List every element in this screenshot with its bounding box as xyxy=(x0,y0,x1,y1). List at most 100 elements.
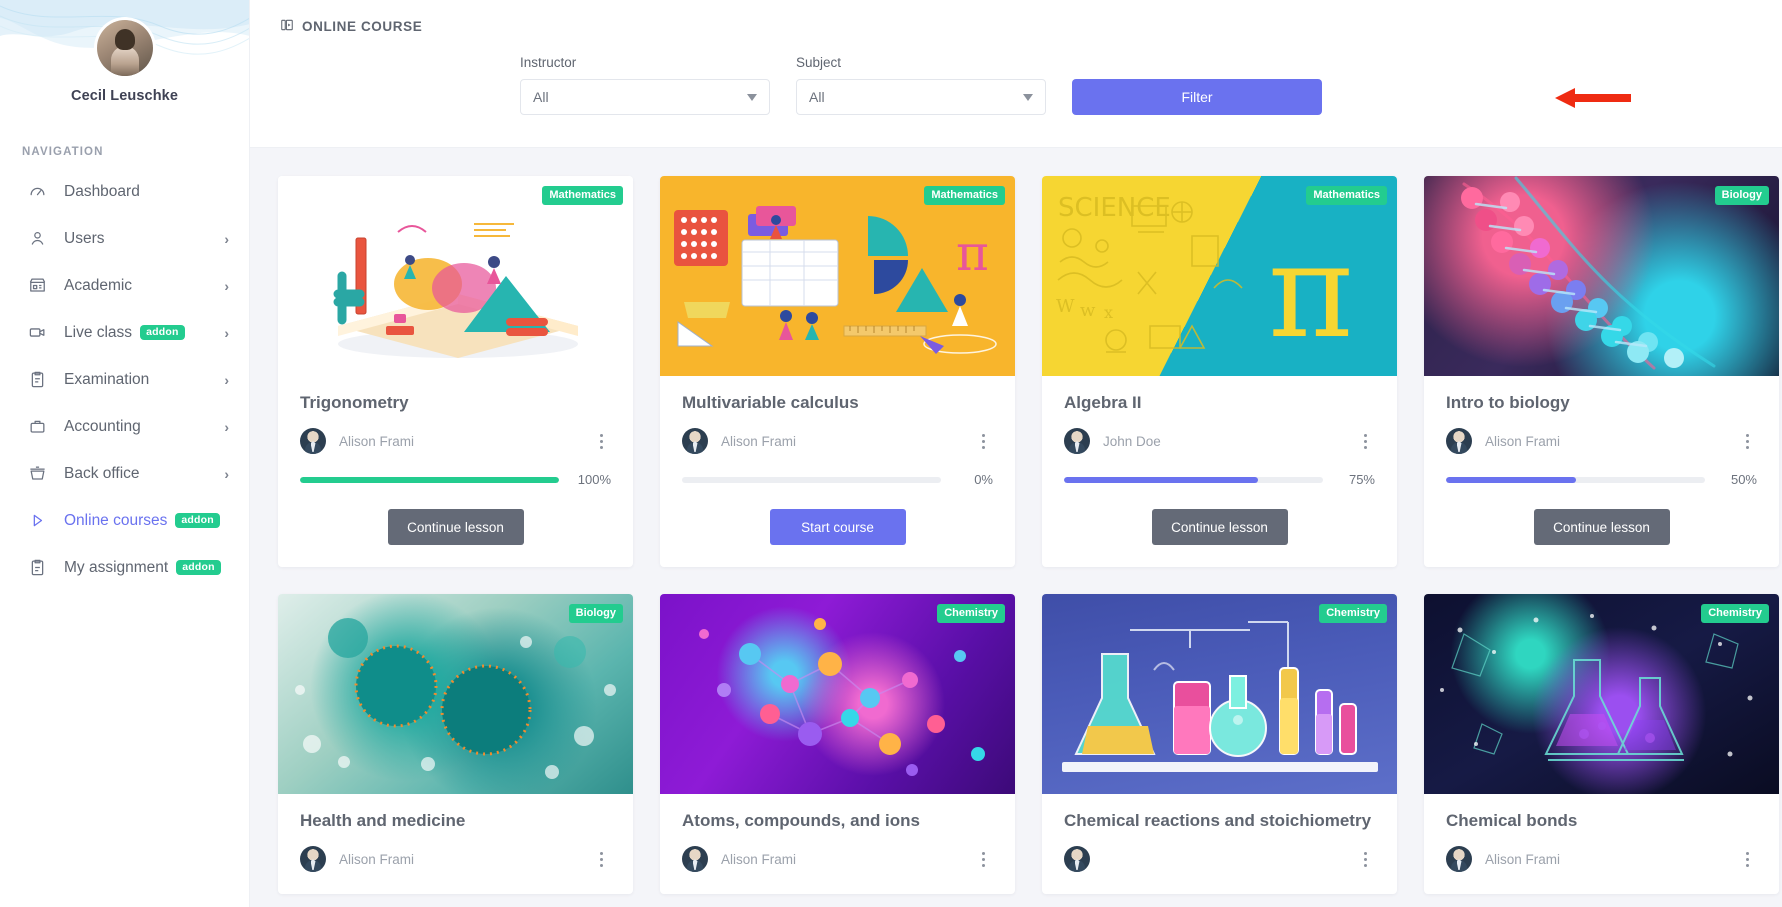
svg-text:W: W xyxy=(1056,296,1075,317)
course-body: Trigonometry Alison Frami 100% Continue … xyxy=(278,376,633,567)
svg-text:π: π xyxy=(1268,215,1353,367)
algebra-illustration: SCIENCE W w x π xyxy=(1056,193,1353,367)
course-card[interactable]: Biology xyxy=(278,594,633,895)
card-menu-icon[interactable] xyxy=(973,431,993,451)
course-card[interactable]: Biology xyxy=(1424,176,1779,568)
course-meta: Alison Frami xyxy=(682,846,993,873)
subject-badge: Biology xyxy=(1714,186,1769,206)
filter-button[interactable]: Filter xyxy=(1072,79,1322,115)
sidebar-item-label: Online courses xyxy=(64,511,168,529)
progress-fill xyxy=(300,476,559,483)
subject-selected-value: All xyxy=(809,89,825,105)
start-course-button[interactable]: Start course xyxy=(769,509,906,546)
card-menu-icon[interactable] xyxy=(1737,431,1757,451)
course-card[interactable]: Chemistry xyxy=(1042,594,1397,895)
continue-lesson-button[interactable]: Continue lesson xyxy=(387,509,524,546)
course-thumbnail: Chemistry xyxy=(660,594,1015,795)
progress-label: 100% xyxy=(577,472,611,488)
course-body: Algebra II John Doe 75% Continue lesson xyxy=(1042,376,1397,567)
svg-text:SCIENCE: SCIENCE xyxy=(1058,193,1171,223)
course-card[interactable]: Mathematics SCIENCE W w x π Algebra II J… xyxy=(1042,176,1397,568)
sidebar-item-label: Back office xyxy=(64,464,140,482)
sidebar-item-online-courses[interactable]: Online courses addon xyxy=(0,497,249,544)
dna-illustration xyxy=(1461,176,1716,370)
course-card[interactable]: Mathematics xyxy=(278,176,633,568)
video-camera-icon xyxy=(26,322,48,344)
sidebar-item-my-assignment[interactable]: My assignment addon xyxy=(0,544,249,591)
virus-cells-illustration xyxy=(295,618,616,780)
sidebar: Cecil Leuschke NAVIGATION Dashboard User xyxy=(0,0,250,907)
course-body: Chemical bonds Alison Frami xyxy=(1424,794,1779,894)
subject-select[interactable]: All xyxy=(796,79,1046,115)
continue-lesson-button[interactable]: Continue lesson xyxy=(1151,509,1288,546)
course-thumbnail: Mathematics xyxy=(278,176,633,376)
subject-badge: Chemistry xyxy=(937,604,1005,624)
progress-label: 75% xyxy=(1348,472,1375,488)
addon-badge: addon xyxy=(176,559,221,576)
instructor-name: Alison Frami xyxy=(1485,433,1561,449)
user-icon xyxy=(26,228,48,250)
card-menu-icon[interactable] xyxy=(591,849,611,869)
course-thumbnail: Chemistry xyxy=(1424,594,1779,795)
clipboard-icon xyxy=(26,369,48,391)
course-grid: Mathematics Trigonometry Alison Frami 10… xyxy=(250,148,1782,895)
chevron-right-icon: › xyxy=(224,371,229,388)
avatar[interactable] xyxy=(96,20,153,76)
continue-lesson-button[interactable]: Continue lesson xyxy=(1533,509,1670,546)
course-title: Chemical reactions and stoichiometry xyxy=(1064,811,1372,831)
card-menu-icon[interactable] xyxy=(1355,849,1375,869)
sidebar-item-label: My assignment xyxy=(64,558,169,576)
progress-row: 100% xyxy=(300,472,611,487)
progress-track xyxy=(300,476,559,483)
sidebar-item-dashboard[interactable]: Dashboard xyxy=(0,168,249,215)
chevron-right-icon: › xyxy=(224,465,229,482)
play-triangle-icon xyxy=(26,510,48,532)
sidebar-item-back-office[interactable]: Back office › xyxy=(0,450,249,497)
course-action: Continue lesson xyxy=(1064,509,1375,546)
course-title: Trigonometry xyxy=(300,393,409,412)
course-title: Algebra II xyxy=(1064,393,1142,412)
course-meta: Alison Frami xyxy=(1446,428,1757,455)
sidebar-item-users[interactable]: Users › xyxy=(0,215,249,262)
course-card[interactable]: Chemistry xyxy=(1424,594,1779,895)
progress-fill xyxy=(1446,476,1576,483)
course-thumbnail: Mathematics SCIENCE W w x π xyxy=(1042,176,1397,376)
instructor-label: Instructor xyxy=(520,55,577,70)
lab-equipment-illustration xyxy=(1062,621,1378,773)
card-menu-icon[interactable] xyxy=(591,431,611,451)
dashboard-icon xyxy=(26,181,48,203)
instructor-name: John Doe xyxy=(1103,433,1161,449)
chevron-right-icon: › xyxy=(224,230,229,247)
instructor-name: Alison Frami xyxy=(721,433,797,449)
instructor-select[interactable]: All xyxy=(520,79,770,115)
sidebar-item-academic[interactable]: Academic › xyxy=(0,262,249,309)
progress-track xyxy=(682,476,941,483)
subject-field: Subject All xyxy=(796,55,1046,115)
page-title: ONLINE COURSE xyxy=(280,18,1752,35)
card-menu-icon[interactable] xyxy=(973,849,993,869)
card-menu-icon[interactable] xyxy=(1737,849,1757,869)
card-menu-icon[interactable] xyxy=(1355,431,1375,451)
profile-block: Cecil Leuschke xyxy=(0,0,249,104)
instructor-avatar xyxy=(1064,428,1090,455)
course-body: Atoms, compounds, and ions Alison Frami xyxy=(660,794,1015,894)
trigonometry-illustration xyxy=(333,223,578,358)
sidebar-item-accounting[interactable]: Accounting › xyxy=(0,403,249,450)
subject-badge: Mathematics xyxy=(924,186,1005,206)
app-root: Cecil Leuschke NAVIGATION Dashboard User xyxy=(0,0,1782,907)
nav-section-title: NAVIGATION xyxy=(22,146,104,158)
course-title: Atoms, compounds, and ions xyxy=(682,811,921,831)
addon-badge: addon xyxy=(140,324,185,341)
subject-badge: Chemistry xyxy=(1319,604,1387,624)
course-action: Continue lesson xyxy=(1446,509,1757,546)
course-card[interactable]: Chemistry xyxy=(660,594,1015,895)
course-thumbnail: Chemistry xyxy=(1042,594,1397,795)
sidebar-item-live-class[interactable]: Live class addon › xyxy=(0,309,249,356)
sidebar-item-label: Live class xyxy=(64,323,133,341)
sidebar-item-examination[interactable]: Examination › xyxy=(0,356,249,403)
course-meta: Alison Frami xyxy=(1446,846,1757,873)
instructor-avatar xyxy=(1446,846,1472,873)
instructor-avatar xyxy=(682,428,708,455)
calculus-illustration: π xyxy=(674,206,997,354)
course-card[interactable]: Mathematics xyxy=(660,176,1015,568)
